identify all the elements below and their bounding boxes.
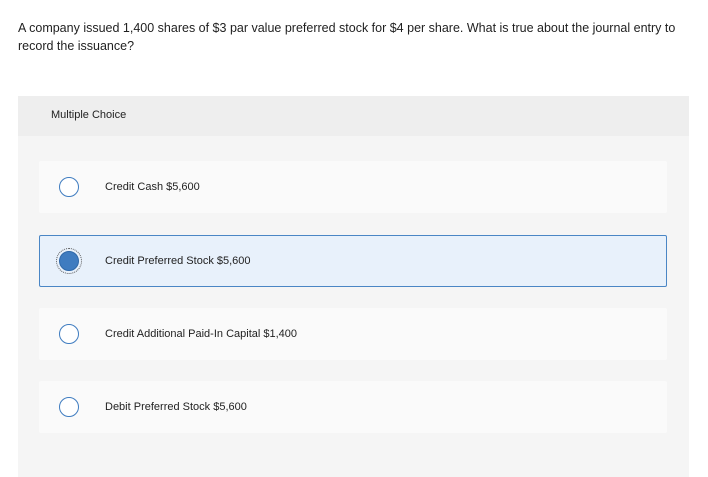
option-label: Credit Cash $5,600 (105, 181, 200, 193)
option-debit-preferred-stock[interactable]: Debit Preferred Stock $5,600 (39, 381, 667, 433)
option-credit-cash[interactable]: Credit Cash $5,600 (39, 161, 667, 213)
question-text: A company issued 1,400 shares of $3 par … (18, 21, 676, 53)
option-credit-preferred-stock[interactable]: Credit Preferred Stock $5,600 (39, 235, 667, 287)
radio-button[interactable] (59, 177, 79, 197)
option-credit-apic[interactable]: Credit Additional Paid-In Capital $1,400 (39, 308, 667, 360)
multiple-choice-panel: Multiple Choice Credit Cash $5,600 Credi… (18, 96, 689, 477)
radio-button[interactable] (59, 397, 79, 417)
radio-button-selected[interactable] (56, 248, 82, 274)
radio-button[interactable] (59, 324, 79, 344)
option-label: Credit Preferred Stock $5,600 (105, 255, 251, 267)
panel-header: Multiple Choice (18, 96, 689, 136)
option-label: Debit Preferred Stock $5,600 (105, 401, 247, 413)
panel-title: Multiple Choice (51, 109, 127, 121)
quiz-page: A company issued 1,400 shares of $3 par … (0, 0, 708, 477)
option-label: Credit Additional Paid-In Capital $1,400 (105, 328, 298, 340)
